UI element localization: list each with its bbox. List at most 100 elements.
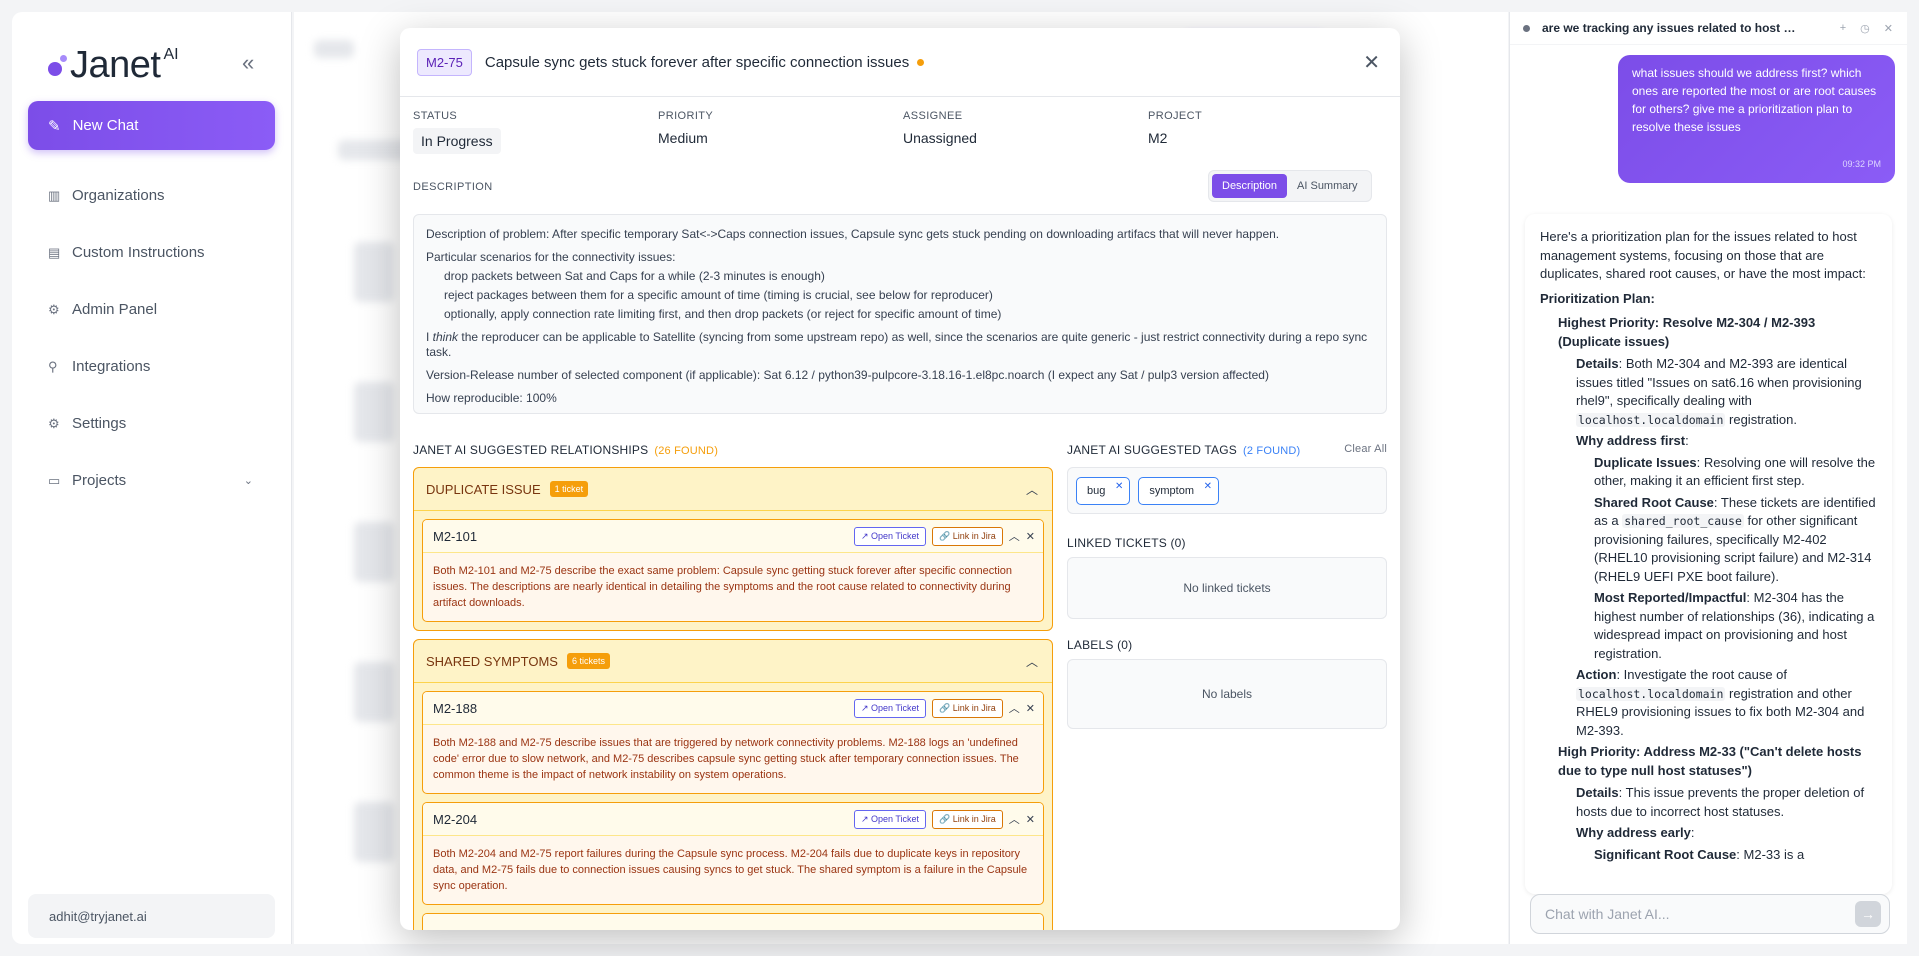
priority-details: Details: This issue prevents the proper … xyxy=(1540,784,1877,821)
card-ticket-id[interactable]: M2-204 xyxy=(433,812,477,827)
group-header[interactable]: SHARED SYMPTOMS 6 tickets ︿ xyxy=(414,640,1052,683)
assignee-label: ASSIGNEE xyxy=(903,110,963,122)
chevron-up-icon[interactable]: ︿ xyxy=(1026,653,1038,670)
status-dot-icon xyxy=(917,58,925,66)
relationship-card: M2-204 ↗ Open Ticket 🔗 Link in Jira ︿ ✕ … xyxy=(422,802,1044,905)
status-label: STATUS xyxy=(413,110,458,122)
close-icon[interactable]: ✕ xyxy=(1026,530,1035,543)
bold-label: Why address first xyxy=(1576,433,1686,448)
relationship-card: M2-188 ↗ Open Ticket 🔗 Link in Jira ︿ ✕ … xyxy=(422,691,1044,794)
card-ticket-id[interactable]: M2-101 xyxy=(433,529,477,544)
ai-text: : This issue prevents the proper deletio… xyxy=(1576,785,1865,819)
card-header: M2-188 ↗ Open Ticket 🔗 Link in Jira ︿ ✕ xyxy=(423,692,1043,725)
ai-text: : M2-33 is a xyxy=(1736,846,1805,862)
close-icon[interactable]: ✕ xyxy=(1026,813,1035,826)
close-icon[interactable]: ✕ xyxy=(1026,702,1035,715)
logo-mark-icon xyxy=(48,42,70,82)
logo-text: Janet xyxy=(70,44,161,86)
sidebar-item-custom-instructions[interactable]: ▤ Custom Instructions xyxy=(28,224,275,281)
sidebar-item-organizations[interactable]: ▥ Organizations xyxy=(28,167,275,224)
open-ticket-button[interactable]: ↗ Open Ticket xyxy=(853,809,927,829)
tags-heading: JANET AI SUGGESTED TAGS (2 FOUND) Clear A… xyxy=(1067,443,1387,457)
history-icon[interactable]: ◷ xyxy=(1860,22,1870,35)
close-icon[interactable]: ✕ xyxy=(1884,22,1893,35)
bold-label: Shared Root Cause xyxy=(1594,494,1714,510)
relationship-group: DUPLICATE ISSUE 1 ticket ︿ M2-101 ↗ Open… xyxy=(413,467,1053,631)
document-icon: ▤ xyxy=(48,244,61,260)
priority-heading: High Priority: Address M2-33 ("Can't del… xyxy=(1558,744,1862,778)
labels-empty: No labels xyxy=(1067,659,1387,729)
card-header: M2-204 ↗ Open Ticket 🔗 Link in Jira ︿ ✕ xyxy=(423,803,1043,836)
logo-superscript: AI xyxy=(163,46,179,63)
group-title: DUPLICATE ISSUE xyxy=(426,481,541,497)
button-label: Open Ticket xyxy=(871,530,920,541)
chevron-up-icon[interactable]: ︿ xyxy=(1009,811,1020,827)
chevron-up-icon[interactable]: ︿ xyxy=(1026,481,1038,498)
send-arrow-icon[interactable]: → xyxy=(1855,901,1881,927)
remove-tag-icon[interactable]: ✕ xyxy=(1204,481,1212,492)
button-label: Link in Jira xyxy=(952,702,996,713)
relationships-list[interactable]: DUPLICATE ISSUE 1 ticket ︿ M2-101 ↗ Open… xyxy=(413,467,1053,930)
card-description: Both M2-188 and M2-75 describe issues th… xyxy=(433,737,1019,781)
user-message: what issues should we address first? whi… xyxy=(1618,55,1895,183)
remove-tag-icon[interactable]: ✕ xyxy=(1115,481,1123,492)
sidebar-item-projects[interactable]: ▭ Projects ⌄ xyxy=(28,452,275,509)
relationship-group: SHARED SYMPTOMS 6 tickets ︿ M2-188 ↗ Ope… xyxy=(413,639,1053,930)
group-header[interactable]: DUPLICATE ISSUE 1 ticket ︿ xyxy=(414,468,1052,511)
user-account[interactable]: adhit@tryjanet.ai xyxy=(28,894,275,938)
link-in-jira-button[interactable]: 🔗 Link in Jira xyxy=(932,698,1003,718)
link-in-jira-button[interactable]: 🔗 Link in Jira xyxy=(932,809,1003,829)
chevron-up-icon[interactable]: ︿ xyxy=(1009,700,1020,716)
chat-status-dot-icon xyxy=(1523,24,1530,32)
priority-value[interactable]: Medium xyxy=(658,130,903,146)
card-ticket-id[interactable]: M2-188 xyxy=(433,701,477,716)
relationship-card xyxy=(422,913,1044,930)
tag-chip: symptom ✕ xyxy=(1138,476,1219,505)
message-timestamp: 09:32 PM xyxy=(1842,159,1881,169)
open-ticket-button[interactable]: ↗ Open Ticket xyxy=(853,698,927,718)
open-ticket-button[interactable]: ↗ Open Ticket xyxy=(853,526,927,546)
close-icon[interactable]: ✕ xyxy=(1363,50,1380,75)
new-chat-button[interactable]: ✎ New Chat xyxy=(28,101,275,150)
chat-panel: are we tracking any issues related to ho… xyxy=(1509,12,1907,944)
relationship-card: M2-101 ↗ Open Ticket 🔗 Link in Jira ︿ ✕ … xyxy=(422,519,1044,622)
relationships-count: (26 FOUND) xyxy=(654,445,719,457)
plus-icon[interactable]: + xyxy=(1840,22,1846,35)
clear-all-button[interactable]: Clear All xyxy=(1344,443,1387,455)
description-content[interactable]: Description of problem: After specific t… xyxy=(413,214,1387,414)
group-title: SHARED SYMPTOMS xyxy=(426,653,558,669)
tab-description[interactable]: Description xyxy=(1212,174,1288,198)
ai-text: : Investigate the root cause of xyxy=(1616,667,1788,682)
description-bullet: reject packages between them for a speci… xyxy=(444,288,993,302)
ai-text: : Both M2-304 and M2-393 are identical i… xyxy=(1576,356,1862,408)
assignee-value[interactable]: Unassigned xyxy=(903,130,1148,146)
sidebar-item-integrations[interactable]: ⚲ Integrations xyxy=(28,338,275,395)
ticket-title: Capsule sync gets stuck forever after sp… xyxy=(484,53,910,71)
card-description: Both M2-101 and M2-75 describe the exact… xyxy=(433,565,1013,609)
chevron-up-icon[interactable]: ︿ xyxy=(1009,528,1020,544)
ai-message: Here's a prioritization plan for the iss… xyxy=(1525,214,1892,894)
chat-header: are we tracking any issues related to ho… xyxy=(1510,12,1907,45)
group-count-badge: 1 ticket xyxy=(549,481,589,497)
card-actions: ↗ Open Ticket 🔗 Link in Jira ︿ ✕ xyxy=(853,809,1035,829)
tags-count: (2 FOUND) xyxy=(1242,445,1301,457)
sidebar-item-admin-panel[interactable]: ⚙ Admin Panel xyxy=(28,281,275,338)
tab-ai-summary[interactable]: AI Summary xyxy=(1287,174,1368,198)
collapse-sidebar-icon[interactable]: « xyxy=(242,50,254,76)
chat-input[interactable] xyxy=(1545,906,1845,922)
button-label: Open Ticket xyxy=(871,702,920,713)
project-value[interactable]: M2 xyxy=(1148,130,1393,146)
sidebar-item-settings[interactable]: ⚙ Settings xyxy=(28,395,275,452)
labels-heading: LABELS (0) xyxy=(1067,638,1133,652)
assignee-field: ASSIGNEE Unassigned xyxy=(903,110,1148,154)
tag-label: symptom xyxy=(1149,484,1194,497)
inline-code: shared_root_cause xyxy=(1622,514,1744,528)
description-emphasis: think xyxy=(432,330,459,344)
description-bullet: optionally, apply connection rate limiti… xyxy=(444,307,1002,321)
ticket-fields: STATUS In Progress PRIORITY Medium ASSIG… xyxy=(413,110,1393,154)
bold-label: Duplicate Issues xyxy=(1594,454,1697,470)
status-badge[interactable]: In Progress xyxy=(413,128,501,154)
link-in-jira-button[interactable]: 🔗 Link in Jira xyxy=(932,526,1003,546)
project-field: PROJECT M2 xyxy=(1148,110,1393,154)
ticket-modal: M2-75 Capsule sync gets stuck forever af… xyxy=(400,28,1400,930)
